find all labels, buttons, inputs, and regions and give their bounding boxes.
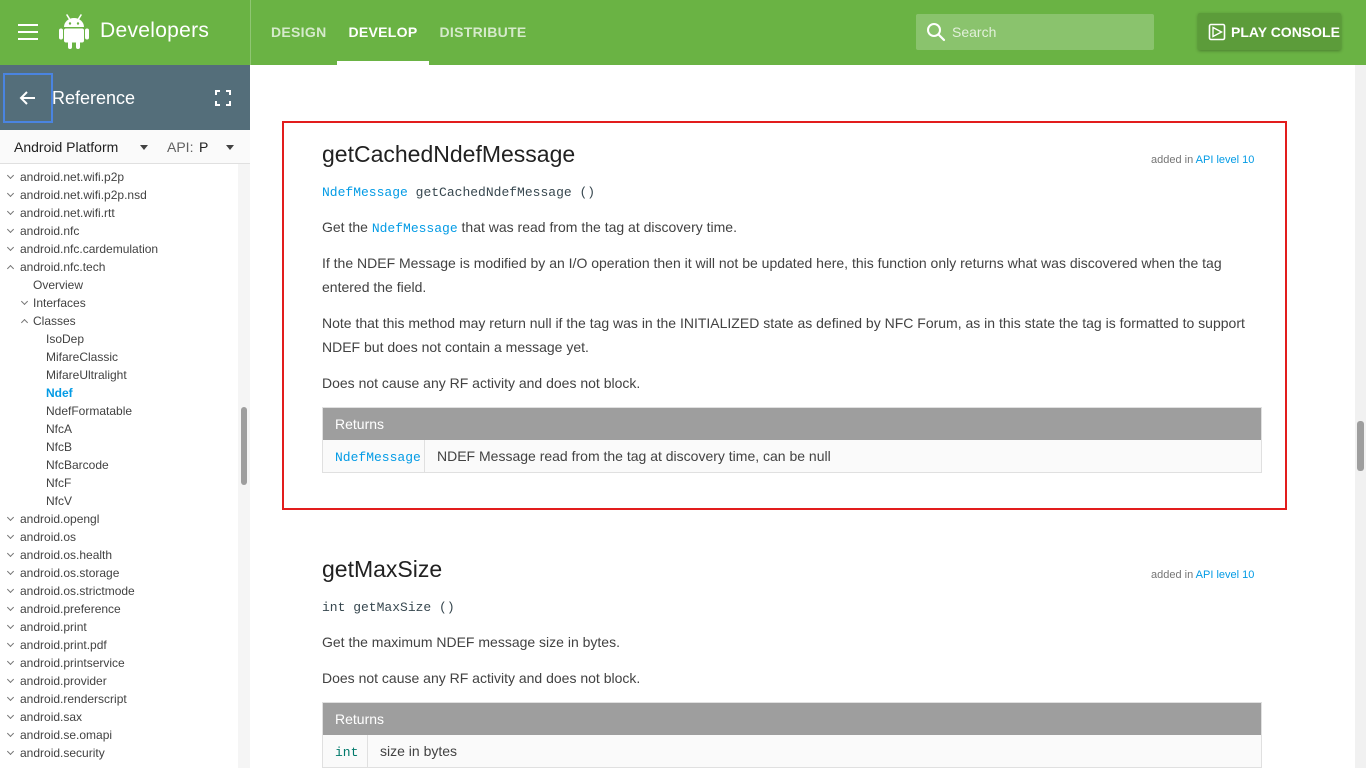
tree-item[interactable]: NfcF: [46, 474, 71, 492]
platform-api-selectors: Android Platform API: P: [0, 130, 250, 164]
returns-description: size in bytes: [380, 743, 458, 759]
tree-item[interactable]: android.renderscript: [6, 690, 127, 708]
sidebar-scrollbar-thumb[interactable]: [241, 407, 247, 485]
description-paragraph: If the NDEF Message is modified by an I/…: [322, 255, 1222, 295]
tree-item[interactable]: android.os: [6, 528, 76, 546]
method-title: getCachedNdefMessage: [322, 141, 576, 167]
search-box: [916, 14, 1154, 50]
api-caret-icon[interactable]: [226, 145, 234, 150]
method-signature: NdefMessage getCachedNdefMessage (): [322, 185, 596, 200]
returns-row: int size in bytes: [323, 735, 1261, 767]
tree-item[interactable]: android.security: [6, 744, 105, 762]
menu-icon[interactable]: [18, 24, 38, 40]
added-in-api: added in API level 10: [1151, 154, 1255, 166]
tree-item[interactable]: android.net.wifi.rtt: [6, 204, 115, 222]
returns-header: Returns: [323, 703, 1261, 735]
fullscreen-icon[interactable]: [215, 90, 231, 106]
api-level-link[interactable]: API level 10: [1196, 569, 1255, 581]
play-console-icon: [1208, 23, 1226, 40]
return-type: int: [335, 745, 359, 760]
android-logo-icon[interactable]: [58, 13, 90, 51]
search-input[interactable]: [952, 14, 1147, 50]
tree-item[interactable]: android.preference: [6, 600, 121, 618]
tab-develop[interactable]: DEVELOP: [337, 0, 429, 65]
tree-item[interactable]: Interfaces: [20, 294, 86, 312]
api-level-link[interactable]: API level 10: [1196, 154, 1255, 166]
tree-item[interactable]: android.se.omapi: [6, 726, 112, 744]
tree-item[interactable]: android.net.wifi.p2p.nsd: [6, 186, 147, 204]
tree-item[interactable]: android.print.pdf: [6, 636, 107, 654]
returns-row: NdefMessage NDEF Message read from the t…: [323, 440, 1261, 472]
return-type-link[interactable]: NdefMessage: [335, 450, 421, 465]
tree-item[interactable]: NdefFormatable: [46, 402, 132, 420]
description-paragraph: Does not cause any RF activity and does …: [322, 375, 641, 391]
returns-table: Returns int size in bytes: [322, 702, 1262, 768]
api-label: API:: [167, 139, 194, 155]
tree-item[interactable]: android.printservice: [6, 654, 125, 672]
platform-caret-icon[interactable]: [140, 145, 148, 150]
api-select[interactable]: P: [199, 139, 208, 155]
tree-item[interactable]: MifareUltralight: [46, 366, 127, 384]
search-icon[interactable]: [926, 22, 946, 42]
description-paragraph: Note that this method may return null if…: [322, 315, 1245, 355]
tree-item[interactable]: android.os.health: [6, 546, 112, 564]
tree-item[interactable]: android.print: [6, 618, 87, 636]
tree-item[interactable]: android.os.strictmode: [6, 582, 135, 600]
package-tree: android.net.wifi.p2p android.net.wifi.p2…: [0, 164, 238, 768]
tree-item[interactable]: android.nfc.tech: [6, 258, 105, 276]
tree-item[interactable]: IsoDep: [46, 330, 84, 348]
tree-item[interactable]: Classes: [20, 312, 76, 330]
return-type-link[interactable]: NdefMessage: [322, 185, 408, 200]
tree-item[interactable]: NfcA: [46, 420, 72, 438]
brand-title[interactable]: Developers: [100, 19, 209, 43]
tree-item[interactable]: android.net.wifi.p2p: [6, 168, 124, 186]
tree-item-active[interactable]: Ndef: [46, 384, 73, 402]
platform-select[interactable]: Android Platform: [14, 139, 118, 155]
method-signature: int getMaxSize (): [322, 600, 455, 615]
sidebar-header: Reference: [0, 65, 250, 130]
tab-distribute[interactable]: DISTRIBUTE: [429, 0, 538, 65]
page-scrollbar-thumb[interactable]: [1357, 421, 1364, 471]
returns-description: NDEF Message read from the tag at discov…: [437, 448, 831, 464]
ndefmessage-link[interactable]: NdefMessage: [372, 221, 458, 236]
tree-item[interactable]: android.nfc: [6, 222, 79, 240]
play-console-label: PLAY CONSOLE: [1231, 23, 1340, 40]
tree-item[interactable]: android.provider: [6, 672, 107, 690]
tree-item[interactable]: MifareClassic: [46, 348, 118, 366]
header-divider: [250, 0, 251, 65]
description-paragraph: Does not cause any RF activity and does …: [322, 670, 641, 686]
tree-item[interactable]: Overview: [33, 276, 83, 294]
tree-item[interactable]: android.nfc.cardemulation: [6, 240, 158, 258]
description-paragraph: Get the maximum NDEF message size in byt…: [322, 634, 620, 650]
top-app-bar: Developers DESIGN DEVELOP DISTRIBUTE PLA…: [0, 0, 1366, 65]
returns-header: Returns: [323, 408, 1261, 440]
top-nav: DESIGN DEVELOP DISTRIBUTE: [260, 0, 538, 65]
returns-table: Returns NdefMessage NDEF Message read fr…: [322, 407, 1262, 473]
tree-item[interactable]: NfcBarcode: [46, 456, 109, 474]
back-button[interactable]: [3, 73, 53, 123]
tab-design[interactable]: DESIGN: [260, 0, 337, 65]
page-scrollbar-track[interactable]: [1355, 65, 1366, 768]
arrow-back-icon: [19, 91, 35, 105]
tree-item[interactable]: android.opengl: [6, 510, 99, 528]
sidebar-title: Reference: [52, 88, 136, 108]
description-paragraph: Get the NdefMessage that was read from t…: [322, 219, 737, 236]
play-console-button[interactable]: PLAY CONSOLE: [1198, 13, 1341, 50]
tree-item[interactable]: android.sax: [6, 708, 82, 726]
tree-item[interactable]: NfcB: [46, 438, 72, 456]
tree-item[interactable]: android.os.storage: [6, 564, 119, 582]
tree-item[interactable]: NfcV: [46, 492, 72, 510]
method-title: getMaxSize: [322, 556, 443, 582]
reference-sidebar: Reference Android Platform API: P androi…: [0, 65, 250, 768]
added-in-api: added in API level 10: [1151, 569, 1255, 581]
